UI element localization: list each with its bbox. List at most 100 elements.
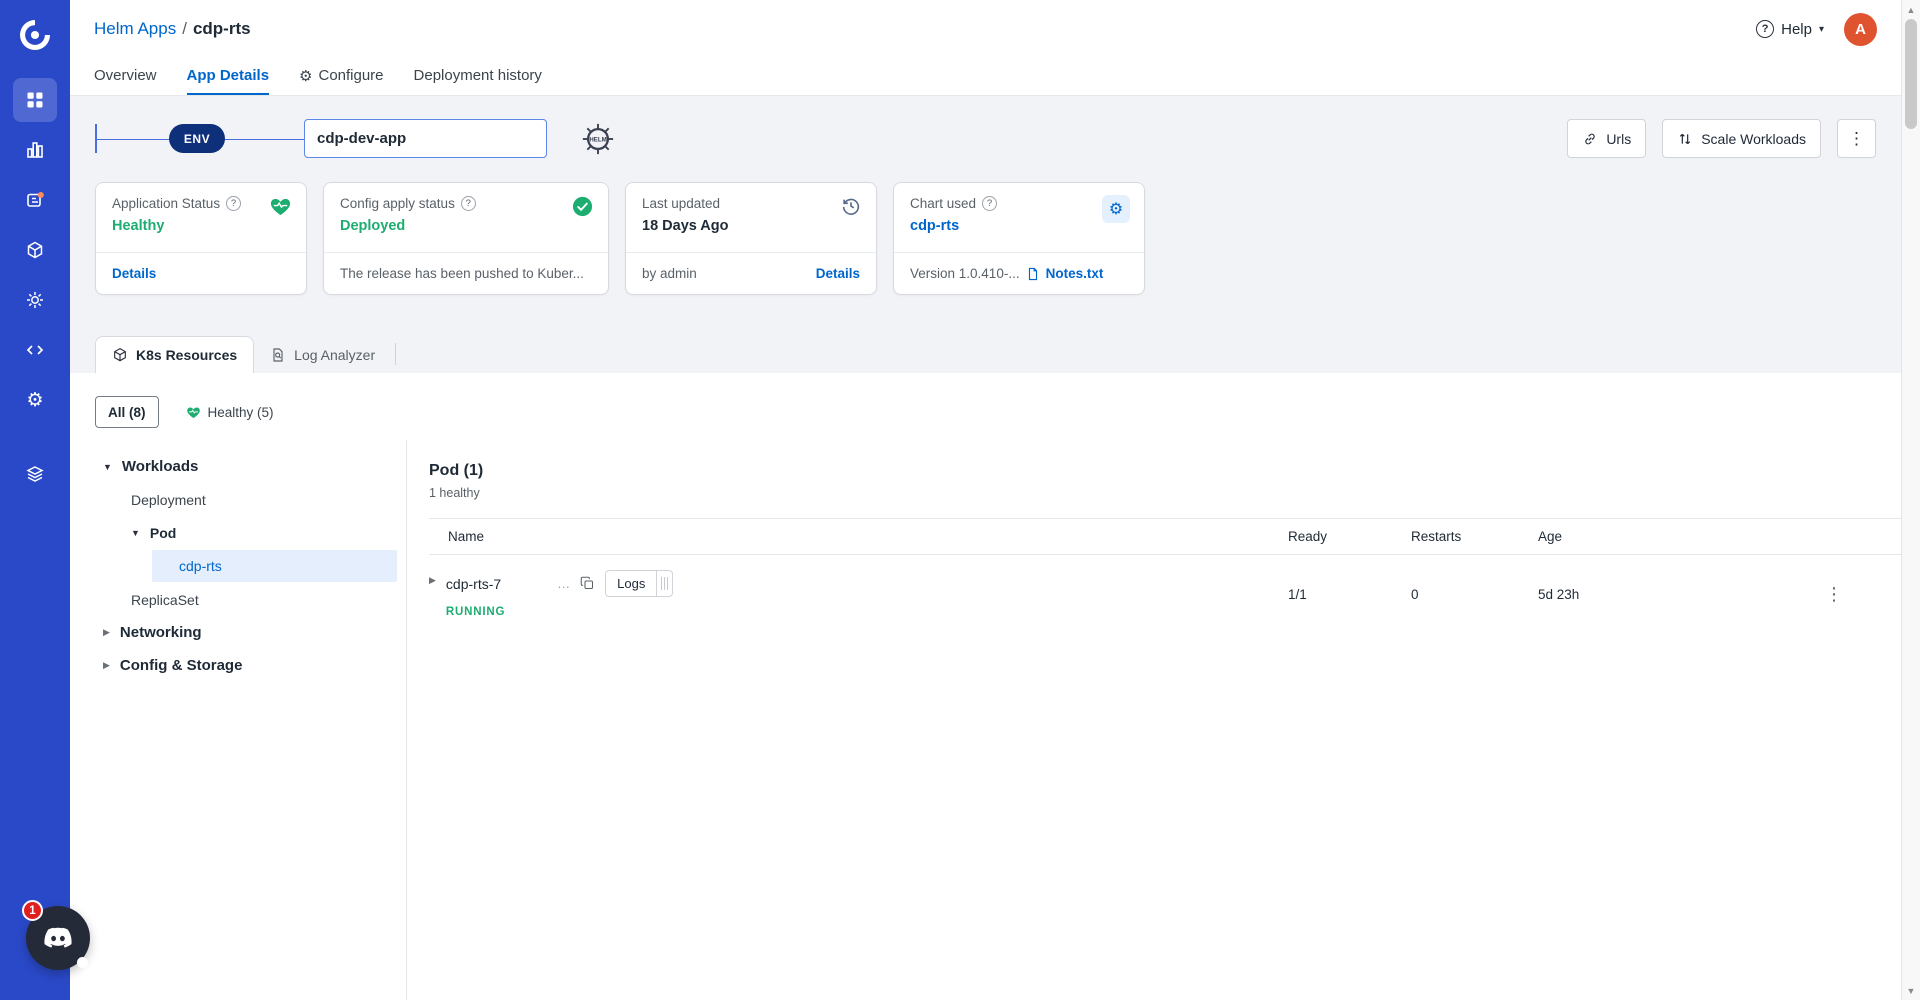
tree-node-cdp-rts-selected[interactable]: cdp-rts [152,550,397,582]
tab-log-analyzer[interactable]: Log Analyzer [254,336,391,373]
log-analyzer-icon [273,347,283,362]
page-scrollbar[interactable]: ▲ ▼ [1901,0,1920,1000]
jobs-icon [27,192,44,207]
column-name: Name [448,529,485,544]
config-storage-label: Config & Storage [119,657,243,674]
tree-node-config-storage[interactable]: ▶ Config & Storage [70,649,406,682]
tab-app-details-label: App Details [186,67,270,84]
tab-overview[interactable]: Overview [94,58,157,95]
tree-node-workloads[interactable]: ▼ Workloads [70,450,406,483]
column-ready: Ready [1288,529,1328,544]
tree-node-pod[interactable]: ▼ Pod [70,516,406,549]
sidebar-item-stack-manager[interactable] [13,452,57,496]
tree-node-replicaset[interactable]: ReplicaSet [70,583,406,616]
history-icon [840,195,862,217]
caret-down-icon[interactable]: ▼ [103,462,112,472]
sidebar-item-applications[interactable] [13,78,57,122]
last-updated-details-link[interactable]: Details [816,266,860,281]
chevron-down-icon: ▾ [1818,23,1824,35]
pod-table: Name Ready Restarts Age ▶ cdp-rts-7 … Lo… [429,518,1901,633]
topbar-right: ? Help ▾ A [1756,12,1877,46]
sidebar-item-jobs[interactable] [13,178,57,222]
help-question-icon: ? [1756,20,1775,38]
app-name-box[interactable]: cdp-dev-app [304,119,547,158]
top-bar: Helm Apps / cdp-rts ? Help ▾ A [70,0,1901,58]
chat-widget-button[interactable]: 1 [22,900,90,970]
user-avatar[interactable]: A [1844,12,1877,46]
caret-right-icon[interactable]: ▶ [103,627,110,638]
config-apply-title: Config apply status [340,196,455,211]
sidebar-item-bulk-edit[interactable] [13,328,57,372]
application-status-details-link[interactable]: Details [112,266,156,281]
chart-gear-badge: ⚙ [1102,195,1130,223]
help-label: Help [1781,20,1812,38]
application-status-value: Healthy [112,218,165,234]
configure-gear-icon: ⚙ [299,67,313,85]
chart-store-cube-icon [27,241,43,259]
caret-right-icon[interactable]: ▶ [103,660,110,671]
row-kebab-menu[interactable]: ⋮ [1821,584,1845,605]
health-filters: All (8) Healthy (5) [95,396,1901,428]
tab-configure[interactable]: ⚙ Configure [299,58,384,95]
copy-icon[interactable] [580,576,595,591]
filter-healthy[interactable]: Healthy (5) [173,396,287,428]
tree-node-networking[interactable]: ▶ Networking [70,616,406,649]
urls-button[interactable]: Urls [1567,119,1647,158]
help-icon[interactable]: ? [982,196,998,211]
layers-icon [26,466,44,482]
resource-tabs: K8s Resources Log Analyzer [95,336,1876,373]
sidebar-item-security[interactable] [13,278,57,322]
k8s-resources-content: All (8) Healthy (5) ▼ Workloads Deployme… [70,373,1901,1000]
application-status-card: Application Status ? Healthy Details [95,182,307,295]
help-menu[interactable]: ? Help ▾ [1756,20,1824,38]
help-icon[interactable]: ? [226,196,242,211]
devtron-logo[interactable] [12,12,58,58]
chat-status-dot [77,957,88,968]
tab-k8s-resources[interactable]: K8s Resources [95,336,255,373]
tab-app-details[interactable]: App Details [186,58,270,95]
chat-notification-badge: 1 [22,900,43,921]
pod-panel: Pod (1) 1 healthy Name Ready Restarts Ag… [407,440,1901,1000]
tree-node-deployment[interactable]: Deployment [70,483,406,516]
urls-button-label: Urls [1606,130,1632,147]
env-more-menu-button[interactable]: ⋮ [1837,119,1876,158]
k8s-resources-label: K8s Resources [136,347,238,363]
last-updated-card-top: Last updated 18 Days Ago [626,183,876,252]
config-apply-value: Deployed [340,218,406,234]
chart-used-link[interactable]: cdp-rts [910,218,959,234]
document-icon [1028,267,1037,280]
breadcrumb-helm-apps[interactable]: Helm Apps [94,19,176,39]
replicaset-label: ReplicaSet [131,591,199,608]
discord-icon [44,927,72,948]
env-badge: ENV [169,124,225,153]
logs-button-grip[interactable] [657,570,674,597]
helm-badge: HELM [581,122,615,156]
notes-txt-link[interactable]: Notes.txt [1046,266,1104,281]
sidebar-item-chart-store[interactable] [13,228,57,272]
chart-used-card: Chart used ? cdp-rts ⚙ Version 1.0.410-.… [893,182,1145,295]
gear-icon: ⚙ [1108,201,1124,218]
pod-label: Pod [149,524,177,541]
log-analyzer-label: Log Analyzer [294,346,376,363]
sidebar: ⚙ [0,0,70,1000]
pod-panel-subtitle: 1 healthy [429,486,480,500]
help-icon[interactable]: ? [460,196,476,211]
pod-table-row: ▶ cdp-rts-7 … Logs RUNNING 1/1 0 5d 23h … [429,555,1901,633]
tab-deployment-history[interactable]: Deployment history [414,58,542,95]
workloads-label: Workloads [121,458,199,475]
healthy-heart-icon [186,407,200,418]
scroll-down-arrow-icon[interactable]: ▼ [1902,982,1920,999]
pod-ready-value: 1/1 [1288,586,1307,602]
caret-down-icon[interactable]: ▼ [131,528,140,538]
heart-pulse-icon [269,195,292,218]
status-cards: Application Status ? Healthy Details Con… [95,182,1876,295]
scrollbar-thumb[interactable] [1905,19,1917,129]
sidebar-item-global-config[interactable]: ⚙ [13,378,57,422]
filter-all[interactable]: All (8) [95,396,159,428]
row-expand-caret-icon[interactable]: ▶ [429,575,436,586]
resource-tree: ▼ Workloads Deployment ▼ Pod cdp-rts Rep… [70,440,407,1000]
logs-button[interactable]: Logs [605,570,658,597]
scroll-up-arrow-icon[interactable]: ▲ [1902,1,1920,18]
scale-workloads-button[interactable]: Scale Workloads [1662,119,1821,158]
sidebar-item-application-groups[interactable] [13,128,57,172]
